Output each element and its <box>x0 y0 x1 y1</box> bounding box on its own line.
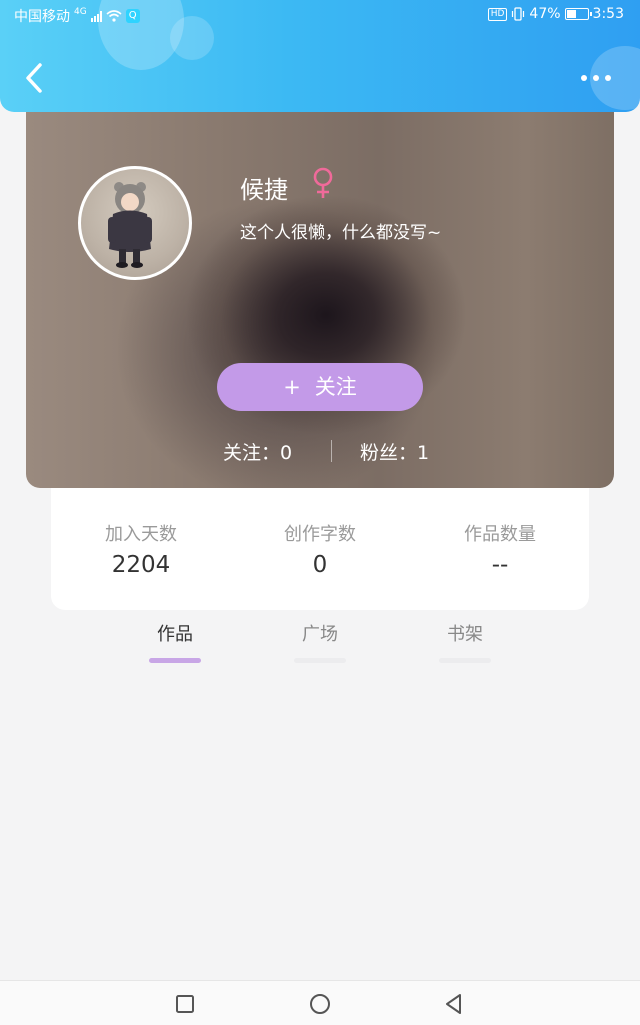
stat-label: 作品数量 <box>464 524 536 545</box>
tab-bookshelf[interactable]: 书架 <box>415 620 515 663</box>
battery-icon <box>564 8 592 20</box>
following-count[interactable]: 关注：0 <box>223 438 292 465</box>
back-button[interactable] <box>20 58 50 98</box>
stat-label: 创作字数 <box>284 524 356 545</box>
home-circle-icon[interactable] <box>307 991 333 1017</box>
username: 候捷 <box>240 176 288 204</box>
back-triangle-icon[interactable] <box>441 991 467 1017</box>
more-options-button[interactable] <box>576 66 616 90</box>
recent-apps-square-icon[interactable] <box>172 991 198 1017</box>
plus-icon: + <box>283 375 301 399</box>
avatar[interactable] <box>78 166 192 280</box>
q-app-icon: Q <box>125 9 140 23</box>
system-nav-bar <box>0 980 640 1025</box>
follow-label: 关注 <box>314 375 357 399</box>
more-dots-icon <box>581 75 587 81</box>
tab-indicator <box>149 658 201 663</box>
tab-label: 书架 <box>447 624 483 645</box>
more-dots-icon <box>593 75 599 81</box>
female-symbol-icon <box>313 167 333 198</box>
stat-value: 0 <box>312 552 328 578</box>
hd-icon: HD <box>487 7 508 21</box>
stat-value: -- <box>491 552 509 578</box>
wifi-icon <box>106 10 122 22</box>
stat-works-count: 作品数量 -- <box>420 520 580 578</box>
stat-join-days: 加入天数 2204 <box>61 520 221 578</box>
tab-works[interactable]: 作品 <box>125 620 225 663</box>
more-dots-icon <box>605 75 611 81</box>
follow-stats: 关注：0 粉丝：1 <box>26 438 614 464</box>
vibrate-icon <box>512 7 525 21</box>
stat-word-count: 创作字数 0 <box>240 520 400 578</box>
carrier-label: 中国移动 <box>14 9 70 25</box>
tab-indicator <box>439 658 491 663</box>
divider <box>331 440 332 462</box>
stats-card: 加入天数 2204 创作字数 0 作品数量 -- <box>51 470 589 610</box>
app-header: 中国移动 4G Q HD 47% 3:53 <box>0 0 640 112</box>
stat-label: 加入天数 <box>105 524 177 545</box>
tab-label: 广场 <box>302 624 338 645</box>
clock: 3:53 <box>592 6 624 22</box>
follow-button[interactable]: + 关注 <box>217 363 423 411</box>
tab-square[interactable]: 广场 <box>270 620 370 663</box>
tab-indicator <box>294 658 346 663</box>
fans-count[interactable]: 粉丝：1 <box>360 438 429 465</box>
profile-card: 候捷 这个人很懒，什么都没写~ + 关注 关注：0 粉丝：1 <box>26 100 614 488</box>
battery-percent: 47% <box>529 6 561 22</box>
status-bar: 中国移动 4G Q HD 47% 3:53 <box>0 0 640 30</box>
bio: 这个人很懒，什么都没写~ <box>240 223 442 243</box>
stat-value: 2204 <box>111 552 171 578</box>
tab-label: 作品 <box>157 624 193 645</box>
content-tabs: 作品 广场 书架 <box>0 620 640 670</box>
network-label: 4G <box>74 7 87 17</box>
avatar-child-photo <box>108 182 152 268</box>
chevron-left-icon <box>26 63 42 93</box>
signal-icon <box>90 10 102 22</box>
